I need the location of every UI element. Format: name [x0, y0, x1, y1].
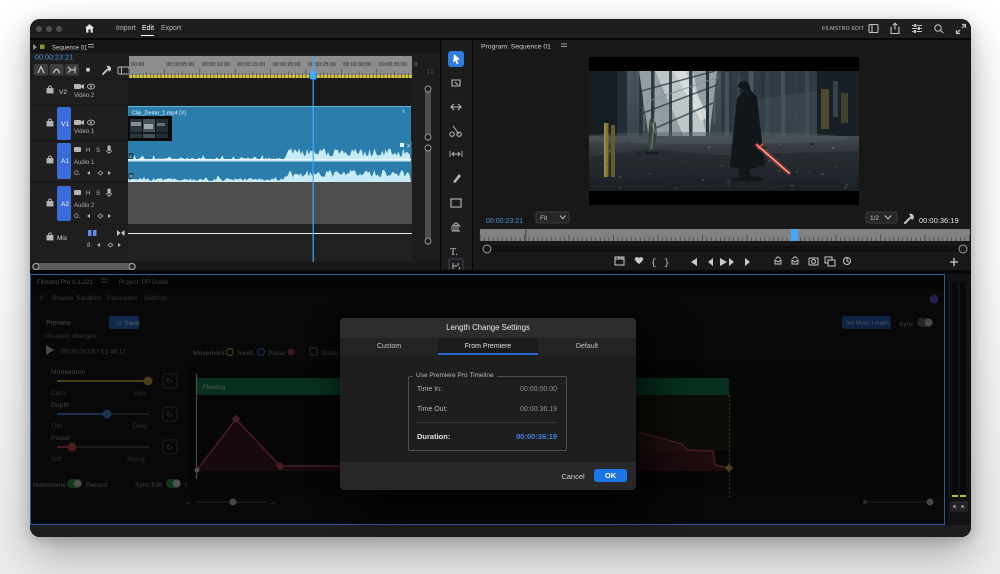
svg-text:x: x	[407, 144, 410, 150]
svg-text:00:00: 00:00	[131, 62, 144, 68]
svg-text:00:00:25:00: 00:00:25:00	[308, 62, 336, 68]
svg-text:R: R	[130, 174, 134, 180]
svg-text:x: x	[402, 109, 405, 115]
svg-text:Sequence 01: Sequence 01	[52, 46, 88, 52]
svg-text:Video 1: Video 1	[74, 129, 95, 135]
svg-text:00:00:36:19: 00:00:36:19	[919, 216, 959, 225]
svg-text:8.: 8.	[87, 243, 92, 249]
svg-text:Video 2: Video 2	[74, 93, 95, 99]
svg-text:00:00:05:00: 00:00:05:00	[166, 62, 194, 68]
svg-text:S: S	[96, 191, 100, 197]
svg-text:{: {	[651, 258, 656, 268]
svg-text:V2: V2	[59, 89, 67, 96]
svg-text:00:00:30:00: 00:00:30:00	[343, 62, 371, 68]
svg-text:00:00:15:00: 00:00:15:00	[237, 62, 265, 68]
svg-text:Audio 1: Audio 1	[74, 160, 95, 166]
svg-text:Audio 2: Audio 2	[74, 203, 95, 209]
svg-text:00:00:20:00: 00:00:20:00	[273, 62, 301, 68]
svg-text:Program: Sequence 01: Program: Sequence 01	[481, 44, 551, 51]
svg-text:H: H	[86, 148, 90, 154]
svg-text:V1: V1	[61, 121, 69, 128]
svg-text:0:: 0:	[414, 62, 418, 68]
svg-text:00:00:35:00: 00:00:35:00	[379, 62, 407, 68]
svg-text:00:00:23:21: 00:00:23:21	[35, 55, 73, 62]
svg-text:A1: A1	[61, 158, 69, 165]
svg-text:O.: O.	[74, 214, 81, 220]
svg-text:O.: O.	[74, 171, 81, 177]
svg-text:S: S	[96, 148, 100, 154]
svg-text:T.: T.	[450, 247, 458, 258]
svg-text:00:00:10:00: 00:00:10:00	[202, 62, 230, 68]
svg-text:Clip_Demo_1.mp4 [V]: Clip_Demo_1.mp4 [V]	[132, 111, 186, 117]
svg-text:L: L	[130, 154, 133, 160]
svg-text:00:00:23:21: 00:00:23:21	[486, 218, 523, 225]
svg-text:A2: A2	[61, 201, 69, 208]
svg-text:Mix: Mix	[57, 235, 68, 242]
svg-text:}: }	[664, 258, 669, 268]
svg-text:1/2: 1/2	[870, 215, 879, 222]
svg-text:Fit: Fit	[540, 215, 547, 222]
svg-text:H: H	[86, 191, 90, 197]
